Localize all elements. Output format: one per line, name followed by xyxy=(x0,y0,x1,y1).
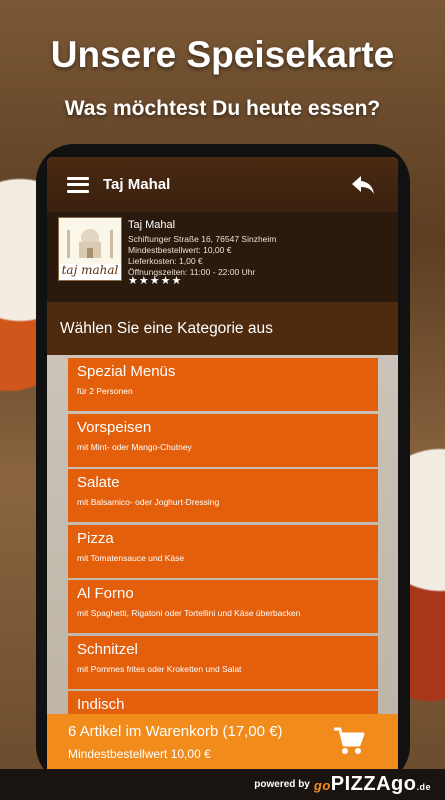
category-item[interactable]: Spezial Menüs für 2 Personen xyxy=(68,358,378,411)
category-subtitle: für 2 Personen xyxy=(77,386,133,396)
category-subtitle: mit Balsamico- oder Joghurt-Dressing xyxy=(77,497,220,507)
app-screen: Taj Mahal taj mahal Taj Mahal Schiftunge… xyxy=(47,157,398,769)
category-title: Vorspeisen xyxy=(77,418,152,436)
logo-text: taj mahal xyxy=(61,263,119,277)
category-header-label: Wählen Sie eine Kategorie aus xyxy=(60,319,273,337)
pizzago-logo: goPIZZAgo.de xyxy=(314,773,431,796)
brand-go: go xyxy=(313,778,331,793)
promo-headline: Unsere Speisekarte xyxy=(50,34,395,75)
hamburger-menu-icon[interactable] xyxy=(67,176,89,193)
category-subtitle: mit Mint- oder Mango-Chutney xyxy=(77,441,192,452)
category-title: Salate xyxy=(77,474,120,491)
category-item[interactable]: Al Forno mit Spaghetti, Rigatoni oder To… xyxy=(68,580,378,633)
cart-min-order: Mindestbestellwert 10,00 € xyxy=(68,747,211,761)
category-title: Indisch xyxy=(77,696,125,713)
shopping-cart-icon[interactable] xyxy=(333,726,365,756)
category-item[interactable]: Salate mit Balsamico- oder Joghurt-Dress… xyxy=(68,469,378,522)
app-title: Taj Mahal xyxy=(103,176,171,193)
category-item[interactable]: Schnitzel mit Pommes frites oder Krokett… xyxy=(68,635,378,689)
taj-mahal-logo-icon xyxy=(59,218,121,264)
category-item[interactable]: Pizza mit Tomatensauce und Käse xyxy=(68,524,378,578)
category-header: Wählen Sie eine Kategorie aus xyxy=(47,302,398,355)
category-subtitle: mit Spaghetti, Rigatoni oder Tortellini … xyxy=(77,608,301,618)
category-list: Spezial Menüs für 2 Personen Vorspeisen … xyxy=(68,358,378,747)
cart-summary: 6 Artikel im Warenkorb (17,00 €) xyxy=(68,723,283,740)
restaurant-name: Taj Mahal xyxy=(128,219,176,231)
category-subtitle: mit Pommes frites oder Kroketten und Sal… xyxy=(77,663,242,674)
app-bar: Taj Mahal xyxy=(47,157,398,212)
category-title: Al Forno xyxy=(77,585,134,602)
category-title: Schnitzel xyxy=(77,640,138,658)
reply-arrow-icon[interactable] xyxy=(350,174,376,196)
restaurant-min-order: Mindestbestellwert: 10,00 € xyxy=(128,245,232,255)
category-subtitle: mit Tomatensauce und Käse xyxy=(77,552,185,563)
restaurant-address: Schiftunger Straße 16, 76547 Sinzheim xyxy=(128,234,277,244)
powered-by-text: powered by xyxy=(254,779,310,790)
promo-subline: Was möchtest Du heute essen? xyxy=(64,97,381,120)
restaurant-delivery-cost: Lieferkosten: 1,00 € xyxy=(128,256,203,266)
category-item[interactable]: Vorspeisen mit Mint- oder Mango-Chutney xyxy=(68,413,378,467)
cart-bar[interactable]: 6 Artikel im Warenkorb (17,00 €) Mindest… xyxy=(47,714,398,769)
footer-branding: powered by goPIZZAgo.de xyxy=(0,769,445,800)
brand-tld: .de xyxy=(416,782,431,792)
restaurant-info: taj mahal Taj Mahal Schiftunger Straße 1… xyxy=(47,212,398,302)
rating-stars: ★★★★★ xyxy=(128,275,183,287)
restaurant-logo: taj mahal xyxy=(58,217,122,281)
category-title: Pizza xyxy=(77,529,114,547)
brand-main: PIZZAgo xyxy=(330,773,417,795)
category-title: Spezial Menüs xyxy=(77,363,176,380)
